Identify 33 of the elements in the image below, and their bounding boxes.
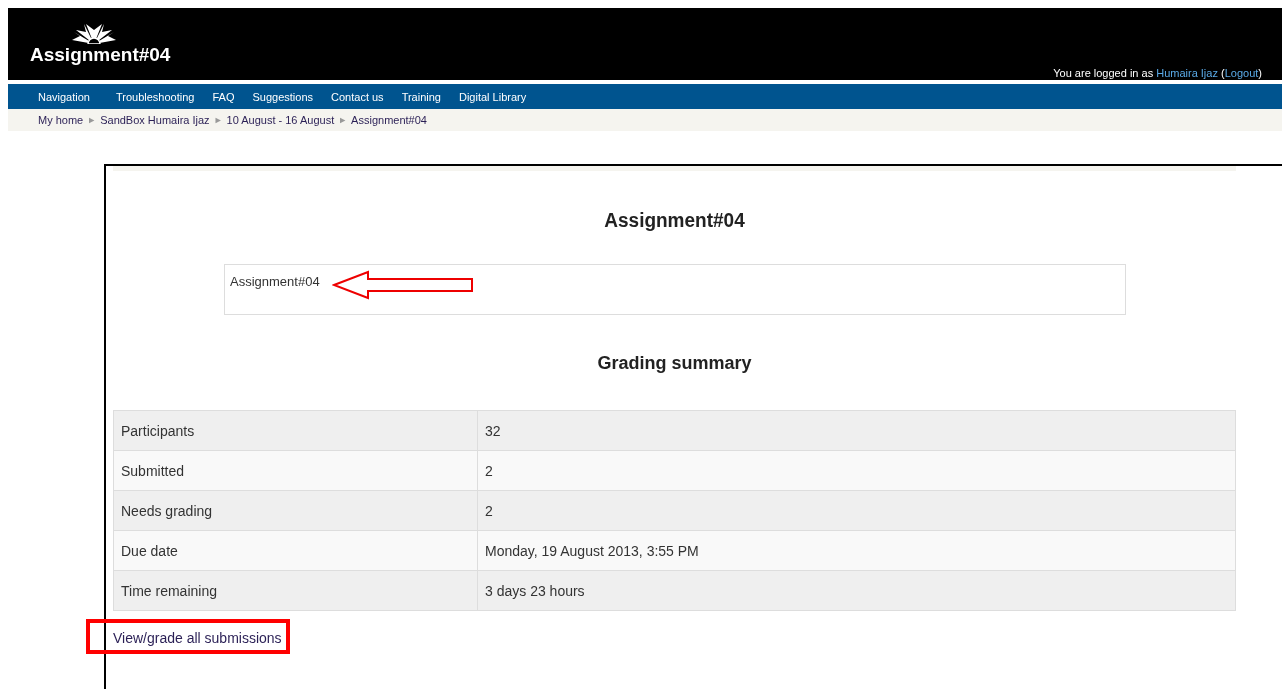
breadcrumb-separator: ► — [338, 115, 348, 125]
table-cell: 3 days 23 hours — [477, 570, 1236, 611]
nav-link[interactable]: Training — [401, 90, 441, 103]
table-cell: 32 — [477, 410, 1236, 451]
table-cell: Due date — [113, 530, 478, 571]
user-link[interactable]: Humaira Ijaz — [1156, 67, 1218, 79]
table-cell: 2 — [477, 490, 1236, 531]
breadcrumb-link[interactable]: 10 August - 16 August — [226, 114, 335, 126]
table-cell: Submitted — [113, 450, 478, 491]
nav-link[interactable]: Digital Library — [458, 90, 527, 103]
nav-link[interactable]: Contact us — [331, 90, 384, 103]
nav-link[interactable]: Suggestions — [252, 90, 314, 103]
assignment-heading: Assignment#04 — [603, 209, 746, 232]
table-cell: Participants — [113, 410, 478, 451]
nav-link[interactable]: Troubleshooting — [116, 90, 195, 103]
intro-text: Assignment#04 — [230, 274, 320, 289]
table-cell: Time remaining — [113, 570, 478, 611]
table-cell: Monday, 19 August 2013, 3:55 PM — [477, 530, 1236, 571]
breadcrumb-link[interactable]: SandBox Humaira Ijaz — [100, 114, 210, 126]
table-cell: 2 — [477, 450, 1236, 491]
nav-link[interactable]: Navigation — [38, 90, 90, 103]
view-submissions-link[interactable]: View/grade all submissions — [113, 630, 282, 646]
nav-link[interactable]: FAQ — [212, 90, 235, 103]
grading-summary-heading: Grading summary — [596, 353, 753, 374]
breadcrumb-link[interactable]: Assignment#04 — [351, 114, 427, 126]
breadcrumb-link[interactable]: My home — [38, 114, 84, 126]
breadcrumb-separator: ► — [87, 115, 97, 125]
sunburst-logo-icon — [72, 22, 116, 44]
breadcrumb-separator: ► — [213, 115, 223, 125]
logout-link[interactable]: Logout — [1224, 67, 1259, 79]
login-info: You are logged in as Humaira Ijaz (Logout) — [1053, 67, 1262, 80]
table-cell: Needs grading — [113, 490, 478, 531]
site-title[interactable]: Assignment#04 — [30, 44, 171, 66]
